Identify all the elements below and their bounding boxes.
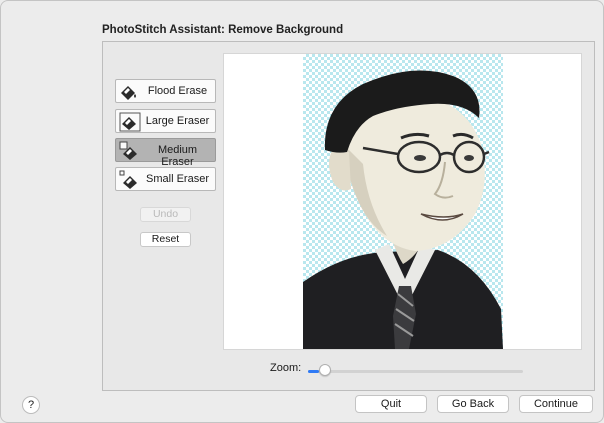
zoom-slider-knob[interactable] xyxy=(318,364,331,376)
medium-eraser-button[interactable]: Medium Eraser xyxy=(115,138,216,168)
flood-erase-button[interactable]: Flood Erase xyxy=(115,79,216,103)
quit-button[interactable]: Quit xyxy=(355,395,427,413)
zoom-label: Zoom: xyxy=(270,362,302,374)
help-button[interactable]: ? xyxy=(22,396,40,414)
zoom-slider-track[interactable] xyxy=(308,370,523,373)
portrait-illustration xyxy=(303,70,503,349)
medium-eraser-icon xyxy=(119,141,137,160)
large-eraser-icon xyxy=(119,112,141,132)
continue-button[interactable]: Continue xyxy=(519,395,593,413)
undo-button[interactable]: Undo xyxy=(140,207,191,222)
reset-button[interactable]: Reset xyxy=(140,232,191,247)
flood-eraser-icon xyxy=(121,86,136,100)
main-panel: Flood Erase Large Eraser Medium Eraser S… xyxy=(102,41,595,391)
zoom-slider-fill xyxy=(308,370,319,373)
large-eraser-button[interactable]: Large Eraser xyxy=(115,109,216,133)
dialog-title: PhotoStitch Assistant: Remove Background xyxy=(102,24,344,36)
medium-eraser-label: Medium Eraser xyxy=(157,144,198,168)
small-eraser-label: Small Eraser xyxy=(146,173,209,185)
go-back-button[interactable]: Go Back xyxy=(437,395,509,413)
flood-erase-label: Flood Erase xyxy=(147,85,208,97)
small-eraser-button[interactable]: Small Eraser xyxy=(115,167,216,191)
small-eraser-icon xyxy=(119,170,137,189)
large-eraser-label: Large Eraser xyxy=(145,115,210,127)
image-canvas[interactable] xyxy=(223,53,582,350)
portrait-image[interactable] xyxy=(303,54,503,349)
